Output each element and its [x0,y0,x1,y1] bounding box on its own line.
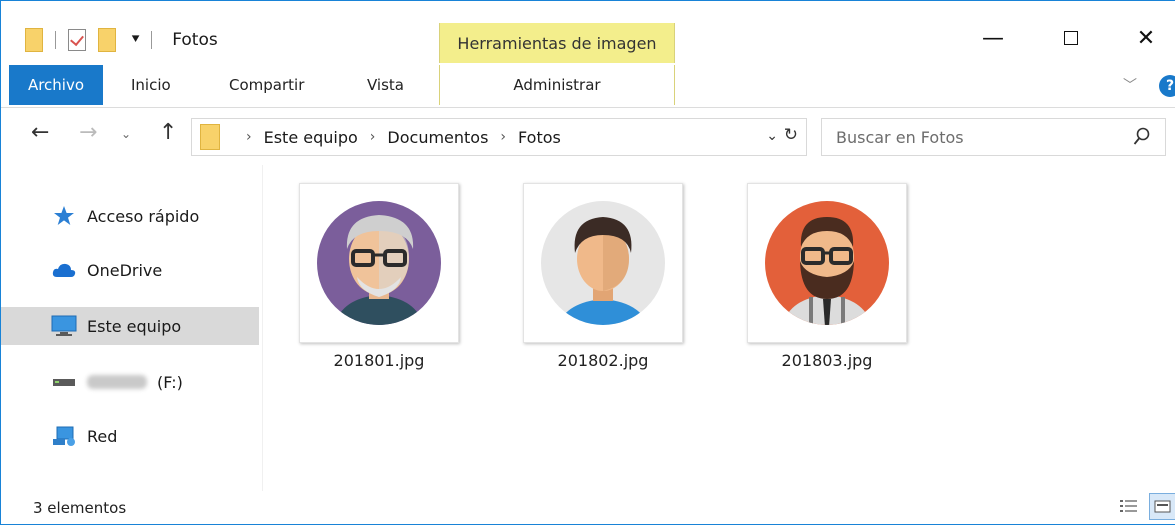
file-item[interactable]: 201803.jpg [747,183,907,370]
nav-item-onedrive[interactable]: OneDrive [1,251,259,289]
drive-icon [51,371,77,393]
image-thumbnail [523,183,683,343]
tab-inicio[interactable]: Inicio [131,65,171,105]
file-name: 201802.jpg [557,351,649,370]
ribbon-tabs: Archivo Inicio Compartir Vista Administr… [1,65,1175,107]
computer-icon [51,315,77,337]
new-folder-icon[interactable] [98,28,116,52]
close-button[interactable]: ✕ [1116,23,1175,53]
minimize-button[interactable]: — [963,23,1023,53]
recent-locations-chevron-icon[interactable]: ⌄ [121,128,131,140]
breadcrumb-este-equipo[interactable]: Este equipo [264,128,358,147]
file-name: 201803.jpg [781,351,873,370]
window-title: Fotos [172,30,218,50]
image-thumbnail [747,183,907,343]
breadcrumb-fotos[interactable]: Fotos [518,128,561,147]
image-thumbnail [299,183,459,343]
search-icon[interactable] [1133,127,1151,147]
blurred-drive-name [87,375,147,389]
toolbar-separator [151,31,153,49]
up-arrow-icon[interactable]: ↑ [159,122,177,144]
nav-item-label: (F:) [157,372,183,392]
item-count: 3 elementos [33,499,127,517]
breadcrumb-documentos[interactable]: Documentos [387,128,488,147]
title-bar: ⯆ Fotos Herramientas de imagen — ✕ [1,1,1175,67]
cloud-icon [51,259,77,281]
address-dropdown-icon[interactable]: ⌄ [766,128,778,144]
nav-item-acceso-rapido[interactable]: Acceso rápido [1,197,259,235]
tab-administrar[interactable]: Administrar [439,65,675,105]
search-input[interactable] [836,127,1126,147]
nav-item-este-equipo[interactable]: Este equipo [1,307,259,345]
file-list: 201801.jpg 201802.jpg 201803.jpg [263,165,1175,491]
file-item[interactable]: 201802.jpg [523,183,683,370]
file-name: 201801.jpg [333,351,425,370]
status-bar: 3 elementos [1,491,1175,525]
help-icon[interactable]: ? [1159,75,1175,97]
address-bar[interactable]: › Este equipo › Documentos › Fotos ⌄ ↻ [191,118,807,156]
breadcrumb-chevron-icon[interactable]: › [246,129,252,145]
tab-compartir[interactable]: Compartir [229,65,304,105]
folder-icon [200,124,220,150]
file-item[interactable]: 201801.jpg [299,183,459,370]
network-icon [51,425,77,447]
contextual-tab-group-header: Herramientas de imagen [439,23,675,63]
star-icon [51,205,77,227]
toolbar-separator [55,31,56,49]
explorer-window: ⯆ Fotos Herramientas de imagen — ✕ Archi… [0,0,1175,525]
nav-item-label: Este equipo [87,316,182,336]
nav-item-label: Red [87,426,118,446]
breadcrumb-chevron-icon[interactable]: › [370,129,376,145]
quick-access-toolbar: ⯆ Fotos [25,25,218,55]
breadcrumb-chevron-icon[interactable]: › [500,129,506,145]
refresh-icon[interactable]: ↻ [784,125,798,145]
forward-arrow-icon[interactable]: → [79,122,97,144]
navigation-bar: ← → ⌄ ↑ › Este equipo › Documentos › Fot… [1,107,1175,165]
customize-toolbar-icon[interactable]: ⯆ [130,33,141,47]
nav-item-drive-f[interactable]: (F:) [1,363,259,401]
large-icons-view-icon[interactable] [1149,493,1175,520]
maximize-button[interactable] [1041,23,1101,53]
navigation-pane: Acceso rápido OneDrive Este equipo (F:) [1,165,263,491]
nav-item-label: OneDrive [87,260,163,280]
back-arrow-icon[interactable]: ← [31,122,49,144]
folder-icon[interactable] [25,28,43,52]
nav-item-label: Acceso rápido [87,206,200,226]
nav-item-red[interactable]: Red [1,417,259,455]
details-view-icon[interactable] [1119,497,1139,517]
maximize-icon [1064,31,1078,45]
search-box[interactable] [821,118,1166,156]
tab-vista[interactable]: Vista [367,65,404,105]
expand-ribbon-icon[interactable]: ﹀ [1123,75,1137,95]
tab-archivo[interactable]: Archivo [9,65,103,105]
properties-icon[interactable] [68,29,86,51]
